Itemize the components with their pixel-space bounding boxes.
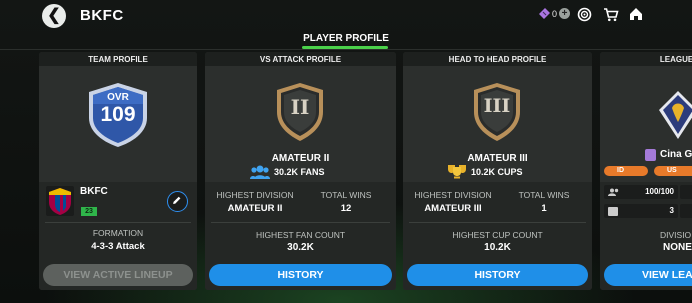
total-wins-label: TOTAL WINS	[320, 190, 372, 200]
divider	[409, 222, 586, 223]
highest-cup-count-label: HIGHEST CUP COUNT	[452, 230, 543, 240]
cups-icon	[448, 165, 466, 179]
league-stat-box	[680, 204, 692, 218]
rank-name: AMATEUR II	[271, 153, 330, 164]
back-button[interactable]: ❮	[42, 4, 66, 28]
add-tickets-button[interactable]: +	[559, 8, 570, 19]
vs-attack-heading: VS ATTACK PROFILE	[205, 52, 396, 66]
members-icon	[608, 188, 619, 196]
ovr-value: 109	[100, 103, 136, 126]
league-profile-heading: LEAGUE PROFILE	[600, 52, 692, 66]
rank-name: AMATEUR III	[467, 153, 528, 164]
fan-count: 30.2K FANS	[274, 167, 325, 177]
league-profile-card: LEAGUE PROFILE Cina G ID US 100/100 3 DI…	[600, 52, 692, 290]
team-profile-heading: TEAM PROFILE	[39, 52, 197, 66]
plus-icon: +	[561, 8, 568, 19]
team-profile-card: TEAM PROFILE OVR 109 BKFC 23 FORMATION 4…	[39, 52, 197, 290]
highest-fan-count-label: HIGHEST FAN COUNT	[255, 230, 346, 240]
pencil-icon	[173, 196, 181, 204]
head-to-head-profile-card: HEAD TO HEAD PROFILE III AMATEUR III 10.…	[403, 52, 592, 290]
members-value: 100/100	[645, 187, 674, 196]
top-bar: ❮ BKFC 0 +	[0, 0, 692, 30]
level-badge: 23	[81, 207, 97, 216]
rank-numeral: III	[483, 95, 511, 117]
objectives-icon[interactable]	[577, 7, 592, 22]
fans-icon	[250, 165, 270, 179]
highest-division-value: AMATEUR III	[424, 203, 482, 214]
view-active-lineup-button[interactable]: VIEW ACTIVE LINEUP	[43, 264, 193, 286]
highest-cup-count-value: 10.2K	[484, 242, 511, 253]
head-to-head-history-button[interactable]: HISTORY	[407, 264, 588, 286]
divider	[211, 222, 390, 223]
league-stat2-box: 3	[604, 204, 678, 218]
tab-player-profile[interactable]: PLAYER PROFILE	[300, 33, 392, 44]
members-box: 100/100	[604, 185, 678, 199]
ticket-count: 0	[552, 9, 558, 19]
league-tag-id: ID	[604, 166, 648, 176]
division-label: DIVISIO	[660, 230, 692, 240]
formation-value: 4-3-3 Attack	[91, 241, 145, 252]
ticket-icon	[539, 8, 550, 19]
page-title: BKFC	[80, 7, 124, 24]
rank-numeral: II	[290, 95, 310, 119]
total-wins-value: 12	[340, 203, 352, 214]
highest-fan-count-value: 30.2K	[287, 242, 314, 253]
league-name: Cina G	[660, 149, 692, 160]
league-stat-box	[680, 185, 692, 199]
team-name: BKFC	[80, 186, 108, 197]
store-cart-icon[interactable]	[603, 7, 619, 22]
total-wins-value: 1	[541, 203, 547, 214]
cup-count: 10.2K CUPS	[471, 167, 523, 177]
league-tag-us: US	[654, 166, 692, 176]
league-stat2-value: 3	[669, 206, 674, 215]
home-icon[interactable]	[628, 6, 644, 22]
vs-attack-profile-card: VS ATTACK PROFILE II AMATEUR II 30.2K FA…	[205, 52, 396, 290]
active-tab-indicator	[302, 46, 388, 49]
vs-attack-history-button[interactable]: HISTORY	[209, 264, 392, 286]
divider	[45, 222, 191, 223]
division-value: NONE	[663, 242, 692, 253]
view-league-button[interactable]: VIEW LEA	[604, 264, 692, 286]
highest-division-value: AMATEUR II	[227, 203, 283, 214]
ovr-label: OVR	[107, 92, 129, 103]
formation-label: FORMATION	[92, 228, 144, 238]
highest-division-label: HIGHEST DIVISION	[216, 190, 294, 200]
club-crest-icon	[46, 186, 74, 216]
league-shield-icon	[645, 149, 656, 161]
highest-division-label: HIGHEST DIVISION	[414, 190, 492, 200]
league-crest-icon	[659, 91, 692, 139]
edit-team-button[interactable]	[167, 191, 188, 212]
back-arrow-icon: ❮	[47, 7, 61, 24]
head-to-head-heading: HEAD TO HEAD PROFILE	[403, 52, 592, 66]
total-wins-label: TOTAL WINS	[518, 190, 570, 200]
trophy-icon	[608, 207, 618, 216]
